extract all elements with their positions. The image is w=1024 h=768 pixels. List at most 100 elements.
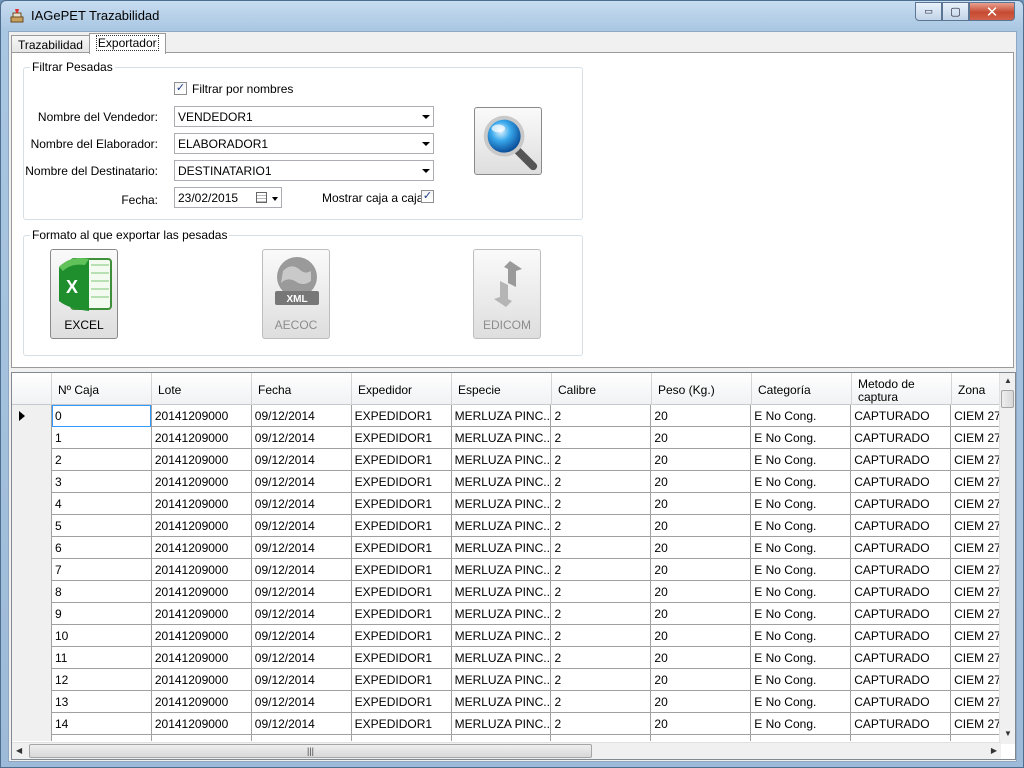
table-cell[interactable]: CAPTURADO [851, 537, 952, 559]
table-cell[interactable]: 20 [651, 449, 752, 471]
row-header[interactable] [12, 625, 52, 647]
row-header[interactable] [12, 669, 52, 691]
table-cell[interactable]: 20 [651, 603, 752, 625]
table-cell[interactable]: 20141209000 [152, 625, 252, 647]
table-cell[interactable]: MERLUZA PINC... [452, 669, 552, 691]
table-cell[interactable]: E No Cong. [751, 449, 852, 471]
recipient-combo[interactable]: DESTINATARIO1 [174, 160, 434, 181]
close-button[interactable]: ✕ [969, 2, 1015, 21]
table-cell[interactable]: CIEM 27, [951, 691, 1001, 713]
table-cell[interactable]: 20141209000 [152, 471, 252, 493]
table-cell[interactable]: CIEM 27, [951, 625, 1001, 647]
table-cell[interactable]: CIEM 27, [951, 647, 1001, 669]
horizontal-scroll-thumb[interactable]: ||| [29, 744, 592, 758]
show-box-checkbox[interactable]: ✓ [421, 190, 434, 203]
table-cell[interactable]: EXPEDIDOR1 [352, 581, 452, 603]
table-cell[interactable]: 2 [551, 471, 652, 493]
table-cell[interactable]: 2 [551, 537, 652, 559]
table-cell[interactable]: CIEM 27, [951, 493, 1001, 515]
table-row[interactable]: 2 20141209000 09/12/2014 EXPEDIDOR1 MERLUZA … [12, 449, 1001, 471]
scroll-up-icon[interactable]: ▲ [1004, 376, 1012, 385]
table-cell[interactable]: E No Cong. [751, 713, 852, 735]
table-cell[interactable]: EXPEDIDOR1 [352, 515, 452, 537]
table-cell[interactable]: 2 [551, 603, 652, 625]
table-cell[interactable]: 12 [52, 669, 152, 691]
table-cell[interactable]: 09/12/2014 [252, 405, 352, 427]
row-header[interactable] [12, 449, 52, 471]
vertical-scrollbar[interactable]: ▲ ▼ [999, 373, 1015, 744]
table-cell[interactable]: 20141209000 [152, 405, 252, 427]
table-cell[interactable]: 0 [52, 405, 152, 427]
table-cell[interactable]: EXPEDIDOR1 [352, 471, 452, 493]
table-cell[interactable]: CAPTURADO [851, 471, 952, 493]
aecoc-button[interactable]: XML AECOC [262, 249, 330, 339]
date-picker[interactable]: 23/02/2015 [174, 187, 282, 208]
table-cell[interactable]: 20 [651, 559, 752, 581]
table-row[interactable]: 14 20141209000 09/12/2014 EXPEDIDOR1 MERLUZA… [12, 713, 1001, 735]
table-cell[interactable]: 9 [52, 603, 152, 625]
table-row[interactable]: 1 20141209000 09/12/2014 EXPEDIDOR1 MERLUZA … [12, 427, 1001, 449]
table-cell[interactable]: E No Cong. [751, 625, 852, 647]
table-cell[interactable]: 09/12/2014 [252, 581, 352, 603]
table-cell[interactable]: EXPEDIDOR1 [352, 493, 452, 515]
table-cell[interactable]: EXPEDIDOR1 [352, 647, 452, 669]
table-cell[interactable]: 20141209000 [152, 559, 252, 581]
table-cell[interactable]: CIEM 27, [951, 427, 1001, 449]
vertical-scroll-thumb[interactable] [1001, 390, 1014, 408]
table-cell[interactable]: MERLUZA PINC... [452, 713, 552, 735]
table-cell[interactable]: E No Cong. [751, 427, 852, 449]
table-cell[interactable]: E No Cong. [751, 669, 852, 691]
table-cell[interactable]: 09/12/2014 [252, 713, 352, 735]
vendor-combo[interactable]: VENDEDOR1 [174, 106, 434, 127]
table-cell[interactable]: EXPEDIDOR1 [352, 427, 452, 449]
table-cell[interactable]: CAPTURADO [851, 713, 952, 735]
table-cell[interactable]: 09/12/2014 [252, 559, 352, 581]
table-cell[interactable]: E No Cong. [751, 405, 852, 427]
table-cell[interactable]: 20141209000 [152, 581, 252, 603]
row-header[interactable] [12, 713, 52, 735]
table-cell[interactable]: E No Cong. [751, 537, 852, 559]
column-header[interactable]: Especie [452, 373, 552, 405]
table-cell[interactable]: 20 [651, 537, 752, 559]
table-cell[interactable]: 09/12/2014 [252, 603, 352, 625]
column-header[interactable]: Peso (Kg.) [652, 373, 752, 405]
table-cell[interactable]: 20141209000 [152, 515, 252, 537]
table-cell[interactable]: 3 [52, 471, 152, 493]
table-cell[interactable]: EXPEDIDOR1 [352, 537, 452, 559]
table-cell[interactable]: 2 [551, 625, 652, 647]
row-header[interactable] [12, 493, 52, 515]
table-cell[interactable]: CIEM 27, [951, 669, 1001, 691]
table-cell[interactable]: 20141209000 [152, 603, 252, 625]
table-cell[interactable]: 20141209000 [152, 449, 252, 471]
table-cell[interactable]: 09/12/2014 [252, 515, 352, 537]
minimize-button[interactable]: ▭ [915, 2, 942, 21]
table-cell[interactable]: CAPTURADO [851, 515, 952, 537]
producer-combo[interactable]: ELABORADOR1 [174, 133, 434, 154]
edicom-button[interactable]: EDICOM [473, 249, 541, 339]
row-header[interactable] [12, 537, 52, 559]
table-cell[interactable]: CAPTURADO [851, 427, 952, 449]
table-cell[interactable]: 10 [52, 625, 152, 647]
table-cell[interactable]: E No Cong. [751, 515, 852, 537]
table-cell[interactable]: CAPTURADO [851, 735, 952, 741]
table-cell[interactable]: MERLUZA PINC... [452, 493, 552, 515]
table-cell[interactable]: 09/12/2014 [252, 493, 352, 515]
table-cell[interactable]: MERLUZA PINC... [452, 537, 552, 559]
table-cell[interactable]: 20 [651, 493, 752, 515]
row-header[interactable] [12, 427, 52, 449]
table-cell[interactable]: 20141209000 [152, 735, 252, 741]
table-cell[interactable]: 20 [651, 669, 752, 691]
table-cell[interactable]: MERLUZA PINC... [452, 691, 552, 713]
table-cell[interactable]: 15 [52, 735, 152, 741]
table-cell[interactable]: 2 [551, 427, 652, 449]
table-cell[interactable]: CIEM 27, [951, 603, 1001, 625]
table-cell[interactable]: 2 [551, 559, 652, 581]
table-cell[interactable]: 14 [52, 713, 152, 735]
table-cell[interactable]: EXPEDIDOR1 [352, 713, 452, 735]
table-cell[interactable]: 09/12/2014 [252, 427, 352, 449]
table-row[interactable]: 10 20141209000 09/12/2014 EXPEDIDOR1 MERLUZA… [12, 625, 1001, 647]
tab-exportador[interactable]: Exportador [88, 33, 166, 54]
table-cell[interactable]: 20 [651, 471, 752, 493]
table-cell[interactable]: E No Cong. [751, 603, 852, 625]
table-cell[interactable]: MERLUZA PINC... [452, 581, 552, 603]
